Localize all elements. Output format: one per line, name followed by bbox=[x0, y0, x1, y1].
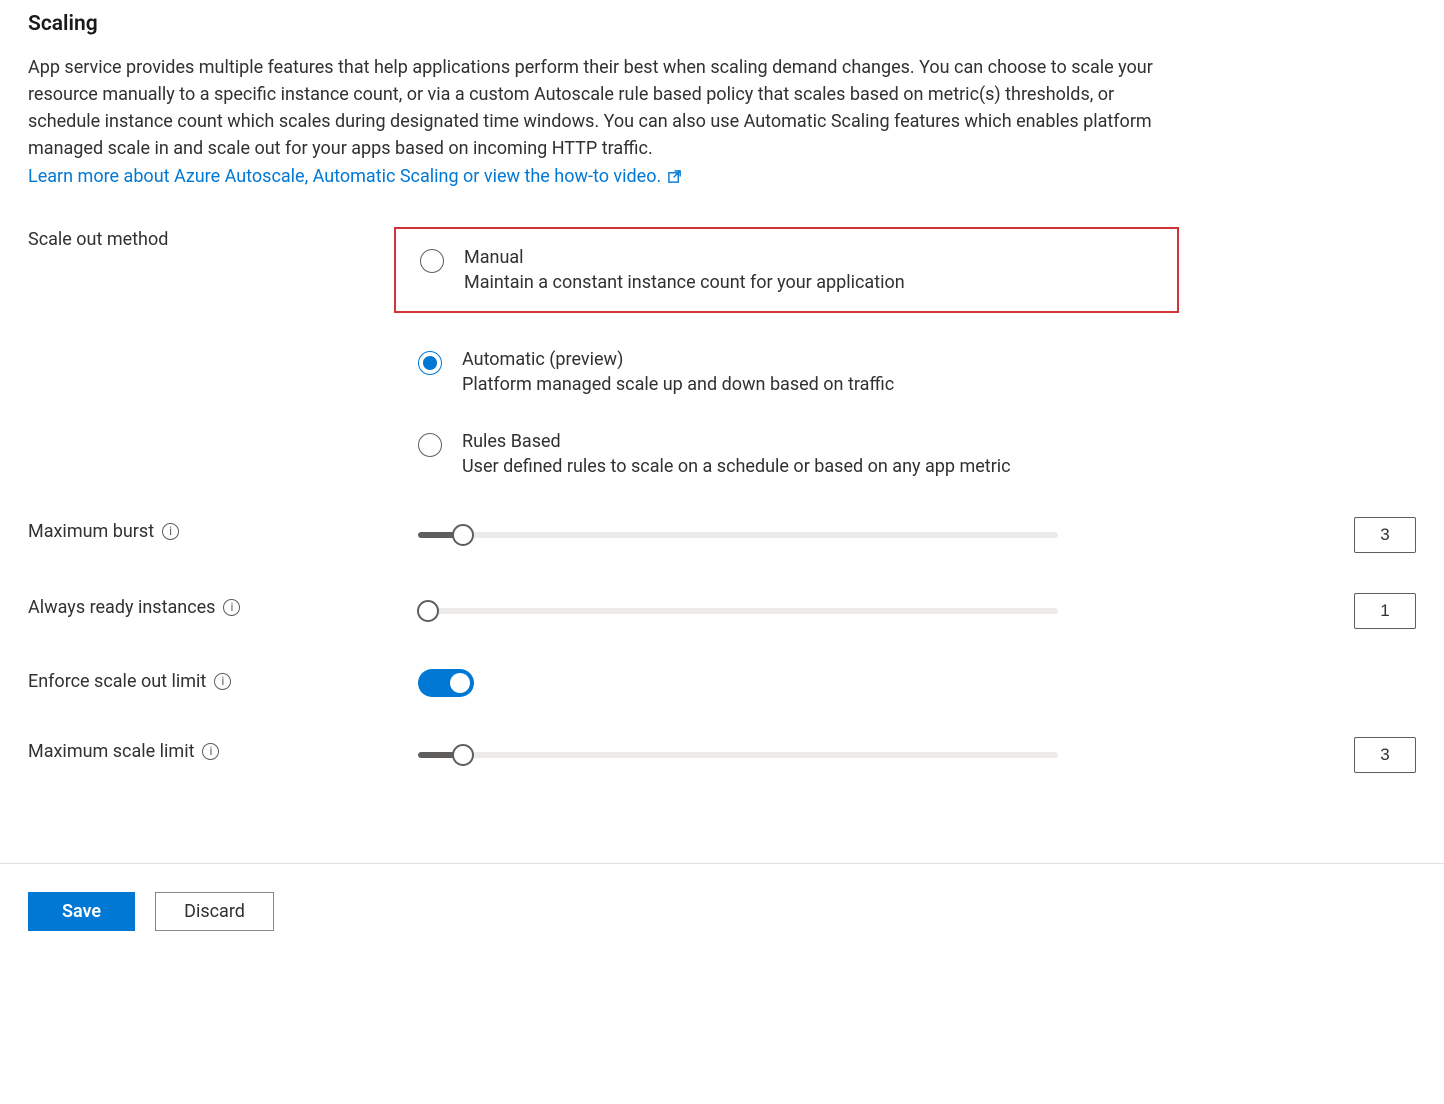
radio-icon bbox=[418, 433, 442, 457]
learn-more-link[interactable]: Learn more about Azure Autoscale, Automa… bbox=[28, 166, 682, 187]
radio-desc: Maintain a constant instance count for y… bbox=[464, 272, 905, 293]
slider-track bbox=[418, 608, 1058, 614]
radio-option-automatic[interactable]: Automatic (preview) Platform managed sca… bbox=[418, 349, 1416, 395]
slider-track bbox=[418, 752, 1058, 758]
max-scale-limit-slider[interactable] bbox=[418, 743, 1058, 767]
radio-icon bbox=[418, 351, 442, 375]
radio-option-manual[interactable]: Manual Maintain a constant instance coun… bbox=[420, 247, 1163, 293]
maximum-burst-input[interactable] bbox=[1354, 517, 1416, 553]
scale-out-method-radio-group: Manual Maintain a constant instance coun… bbox=[418, 227, 1416, 477]
enforce-limit-label: Enforce scale out limit bbox=[28, 671, 206, 692]
manual-option-highlight: Manual Maintain a constant instance coun… bbox=[394, 227, 1179, 313]
always-ready-input[interactable] bbox=[1354, 593, 1416, 629]
slider-thumb[interactable] bbox=[417, 600, 439, 622]
always-ready-slider[interactable] bbox=[418, 599, 1058, 623]
info-icon[interactable]: i bbox=[223, 599, 240, 616]
info-icon[interactable]: i bbox=[162, 523, 179, 540]
slider-thumb[interactable] bbox=[452, 524, 474, 546]
enforce-limit-toggle[interactable] bbox=[418, 669, 474, 697]
section-description: App service provides multiple features t… bbox=[28, 54, 1168, 162]
info-icon[interactable]: i bbox=[214, 673, 231, 690]
save-button[interactable]: Save bbox=[28, 892, 135, 931]
footer-actions: Save Discard bbox=[0, 863, 1444, 951]
external-link-icon bbox=[667, 169, 682, 184]
always-ready-label: Always ready instances bbox=[28, 597, 215, 618]
maximum-burst-label: Maximum burst bbox=[28, 521, 154, 542]
slider-thumb[interactable] bbox=[452, 744, 474, 766]
scale-out-method-label: Scale out method bbox=[28, 227, 418, 250]
radio-title: Rules Based bbox=[462, 431, 1011, 452]
radio-desc: Platform managed scale up and down based… bbox=[462, 374, 894, 395]
section-heading: Scaling bbox=[28, 12, 1416, 36]
info-icon[interactable]: i bbox=[202, 743, 219, 760]
slider-track bbox=[418, 532, 1058, 538]
radio-title: Manual bbox=[464, 247, 905, 268]
discard-button[interactable]: Discard bbox=[155, 892, 274, 931]
radio-title: Automatic (preview) bbox=[462, 349, 894, 370]
radio-option-rules[interactable]: Rules Based User defined rules to scale … bbox=[418, 431, 1416, 477]
toggle-knob bbox=[450, 673, 470, 693]
maximum-burst-slider[interactable] bbox=[418, 523, 1058, 547]
radio-icon bbox=[420, 249, 444, 273]
max-scale-limit-label: Maximum scale limit bbox=[28, 741, 194, 762]
learn-more-text: Learn more about Azure Autoscale, Automa… bbox=[28, 166, 661, 187]
radio-desc: User defined rules to scale on a schedul… bbox=[462, 456, 1011, 477]
max-scale-limit-input[interactable] bbox=[1354, 737, 1416, 773]
